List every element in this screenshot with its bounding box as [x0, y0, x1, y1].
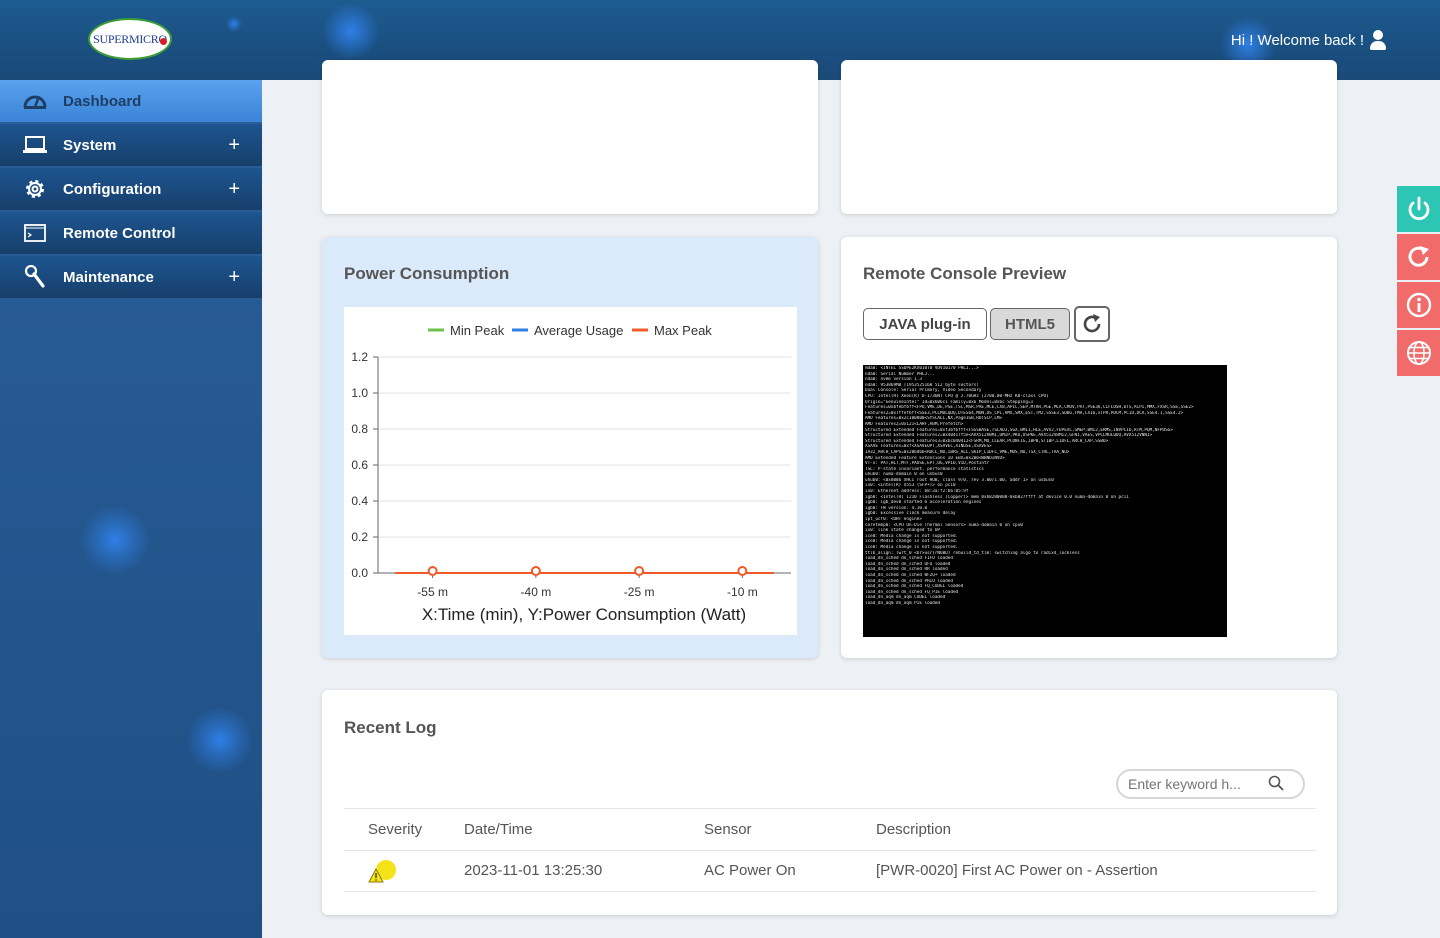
y-tick-label: 0.0	[351, 566, 368, 580]
column-header-sensor[interactable]: Sensor	[704, 821, 752, 838]
x-tick-label: -10 m	[727, 585, 758, 599]
console-line: Features=0xbfebfbff<FPU,VME,DE,PSE,TSC,M…	[865, 405, 1194, 411]
log-sensor: AC Power On	[704, 862, 796, 879]
power-button[interactable]	[1397, 186, 1440, 232]
y-tick-label: 0.8	[351, 422, 368, 436]
html5-button[interactable]: HTML5	[990, 308, 1070, 340]
sidebar: Dashboard System + Configuration + Remot…	[0, 80, 262, 938]
refresh-icon	[1080, 312, 1104, 336]
y-tick-label: 0.6	[351, 458, 368, 472]
info-icon	[1405, 291, 1433, 319]
data-point	[737, 566, 748, 576]
language-button[interactable]	[1397, 330, 1440, 376]
recent-log-card: Recent Log Severity Date/Time Sensor Des…	[322, 690, 1337, 915]
sidebar-item-label: Dashboard	[63, 92, 142, 110]
sidebar-item-system[interactable]: System +	[0, 124, 262, 166]
x-tick-label: -25 m	[624, 585, 655, 599]
supermicro-logo[interactable]: SUPERMICRO	[88, 18, 172, 60]
sidebar-item-label: System	[63, 136, 117, 154]
data-point	[634, 566, 645, 576]
sidebar-item-label: Maintenance	[63, 268, 154, 286]
expand-icon[interactable]: +	[228, 266, 240, 289]
logo-text: SUPERMICRO	[93, 31, 167, 46]
decor-glow	[186, 706, 254, 774]
column-header-severity[interactable]: Severity	[368, 821, 422, 838]
reset-button[interactable]	[1397, 234, 1440, 280]
card-title: Remote Console Preview	[863, 264, 1067, 283]
logo-dot	[160, 38, 167, 45]
wrench-icon	[22, 264, 48, 290]
sidebar-item-remote-control[interactable]: Remote Control	[0, 212, 262, 254]
java-plugin-button[interactable]: JAVA plug-in	[863, 308, 987, 340]
card-title: Recent Log	[344, 718, 437, 737]
welcome-text: Hi ! Welcome back !	[1230, 31, 1364, 49]
x-tick-label: -40 m	[521, 585, 552, 599]
y-tick-label: 0.4	[351, 494, 368, 508]
refresh-preview-button[interactable]	[1074, 306, 1110, 342]
decor-glow	[80, 505, 150, 575]
user-icon[interactable]	[1370, 30, 1386, 50]
y-tick-label: 0.2	[351, 530, 368, 544]
sidebar-item-dashboard[interactable]: Dashboard	[0, 80, 262, 122]
log-table-header: Severity Date/Time Sensor Description	[344, 808, 1316, 851]
data-point	[427, 566, 438, 576]
dashboard-gauge-icon	[22, 88, 48, 114]
data-point	[530, 566, 541, 576]
legend-label: Average Usage	[534, 323, 623, 338]
column-header-description[interactable]: Description	[876, 821, 951, 838]
legend-label: Min Peak	[450, 323, 505, 338]
expand-icon[interactable]: +	[228, 178, 240, 201]
x-axis-label: X:Time (min), Y:Power Consumption (Watt)	[422, 605, 746, 624]
gear-icon	[22, 176, 48, 202]
sidebar-item-label: Remote Control	[63, 224, 176, 242]
y-tick-label: 1.0	[351, 386, 368, 400]
x-tick-label: -55 m	[417, 585, 448, 599]
globe-icon	[1405, 339, 1433, 367]
legend-label: Max Peak	[654, 323, 712, 338]
info-button[interactable]	[1397, 282, 1440, 328]
log-description: [PWR-0020] First AC Power on - Assertion	[876, 862, 1158, 879]
top-right-card	[841, 60, 1337, 214]
sidebar-item-configuration[interactable]: Configuration +	[0, 168, 262, 210]
expand-icon[interactable]: +	[228, 134, 240, 157]
refresh-icon	[1405, 243, 1433, 271]
column-header-datetime[interactable]: Date/Time	[464, 821, 533, 838]
sidebar-item-maintenance[interactable]: Maintenance +	[0, 256, 262, 298]
chart-svg: Min Peak Average Usage Max Peak 0.0 0.2 0.4 0.…	[351, 323, 791, 624]
terminal-window-icon	[22, 220, 48, 246]
decor-glow	[226, 16, 242, 32]
welcome-area[interactable]: Hi ! Welcome back !	[1231, 30, 1386, 50]
table-row[interactable]: 2023-11-01 13:25:30 AC Power On [PWR-002…	[344, 850, 1316, 892]
console-line: load_dn_aqm dn_aqm PIE loaded	[865, 600, 941, 606]
power-chart: Min Peak Average Usage Max Peak 0.0 0.2 0.4 0.…	[344, 307, 797, 635]
power-icon	[1405, 195, 1433, 223]
console-preview-screen[interactable]: mda0: <INTEL SSDPE2KX010T8 VDV10170 PHLJ…	[863, 365, 1227, 637]
card-title: Power Consumption	[344, 264, 510, 283]
y-tick-label: 1.2	[351, 350, 368, 364]
search-icon[interactable]	[1268, 775, 1284, 791]
log-datetime: 2023-11-01 13:25:30	[464, 862, 603, 879]
laptop-icon	[22, 132, 48, 158]
power-consumption-card: Power Consumption Min Peak Average Usage M…	[322, 237, 818, 658]
decor-glow	[322, 2, 380, 60]
top-left-card	[322, 60, 818, 214]
remote-console-card: Remote Console Preview JAVA plug-in HTML…	[841, 237, 1337, 658]
warning-icon	[368, 859, 398, 889]
sidebar-item-label: Configuration	[63, 180, 162, 198]
